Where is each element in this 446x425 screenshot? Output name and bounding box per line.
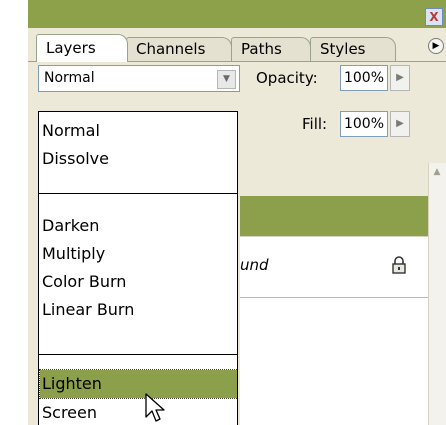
- close-icon: X: [429, 10, 439, 24]
- menu-separator: [39, 354, 237, 355]
- option-darken[interactable]: Darken: [42, 212, 236, 240]
- flyout-menu-icon[interactable]: ▶: [428, 38, 444, 54]
- blend-mode-dropdown: Normal Dissolve Darken Multiply Color Bu…: [38, 111, 238, 425]
- blend-mode-value: Normal: [44, 70, 95, 86]
- blend-mode-select[interactable]: Normal ▼: [38, 65, 240, 92]
- opacity-slider-button[interactable]: ▶: [390, 65, 410, 91]
- option-linear-burn[interactable]: Linear Burn: [42, 296, 236, 324]
- lock-icon: [392, 256, 406, 274]
- tab-styles[interactable]: Styles: [310, 37, 396, 62]
- layer-row-selected[interactable]: [240, 196, 428, 236]
- fill-slider-button[interactable]: ▶: [390, 111, 410, 137]
- layers-list-empty: [240, 298, 428, 425]
- layers-scrollbar[interactable]: [428, 163, 446, 425]
- option-screen[interactable]: Screen: [42, 399, 236, 425]
- panel-title-bar[interactable]: [28, 0, 446, 28]
- tab-paths[interactable]: Paths: [231, 37, 311, 62]
- fill-label: Fill:: [302, 115, 328, 133]
- tab-strip: Layers Channels Paths Styles: [28, 32, 446, 62]
- close-button[interactable]: X: [425, 8, 443, 26]
- option-dissolve[interactable]: Dissolve: [42, 145, 236, 173]
- option-color-burn[interactable]: Color Burn: [42, 268, 236, 296]
- mouse-pointer-icon: [145, 393, 165, 422]
- layer-name: und: [240, 256, 269, 274]
- opacity-field[interactable]: 100%: [340, 65, 388, 91]
- tab-channels[interactable]: Channels: [126, 37, 232, 62]
- fill-field[interactable]: 100%: [340, 111, 388, 137]
- scroll-up-icon[interactable]: ▲: [428, 163, 446, 181]
- option-multiply[interactable]: Multiply: [42, 240, 236, 268]
- option-normal[interactable]: Normal: [42, 117, 236, 145]
- tab-layers[interactable]: Layers: [36, 34, 128, 62]
- opacity-label: Opacity:: [256, 69, 318, 87]
- chevron-down-icon[interactable]: ▼: [217, 70, 236, 89]
- option-lighten[interactable]: Lighten: [39, 369, 237, 399]
- menu-separator: [39, 193, 237, 194]
